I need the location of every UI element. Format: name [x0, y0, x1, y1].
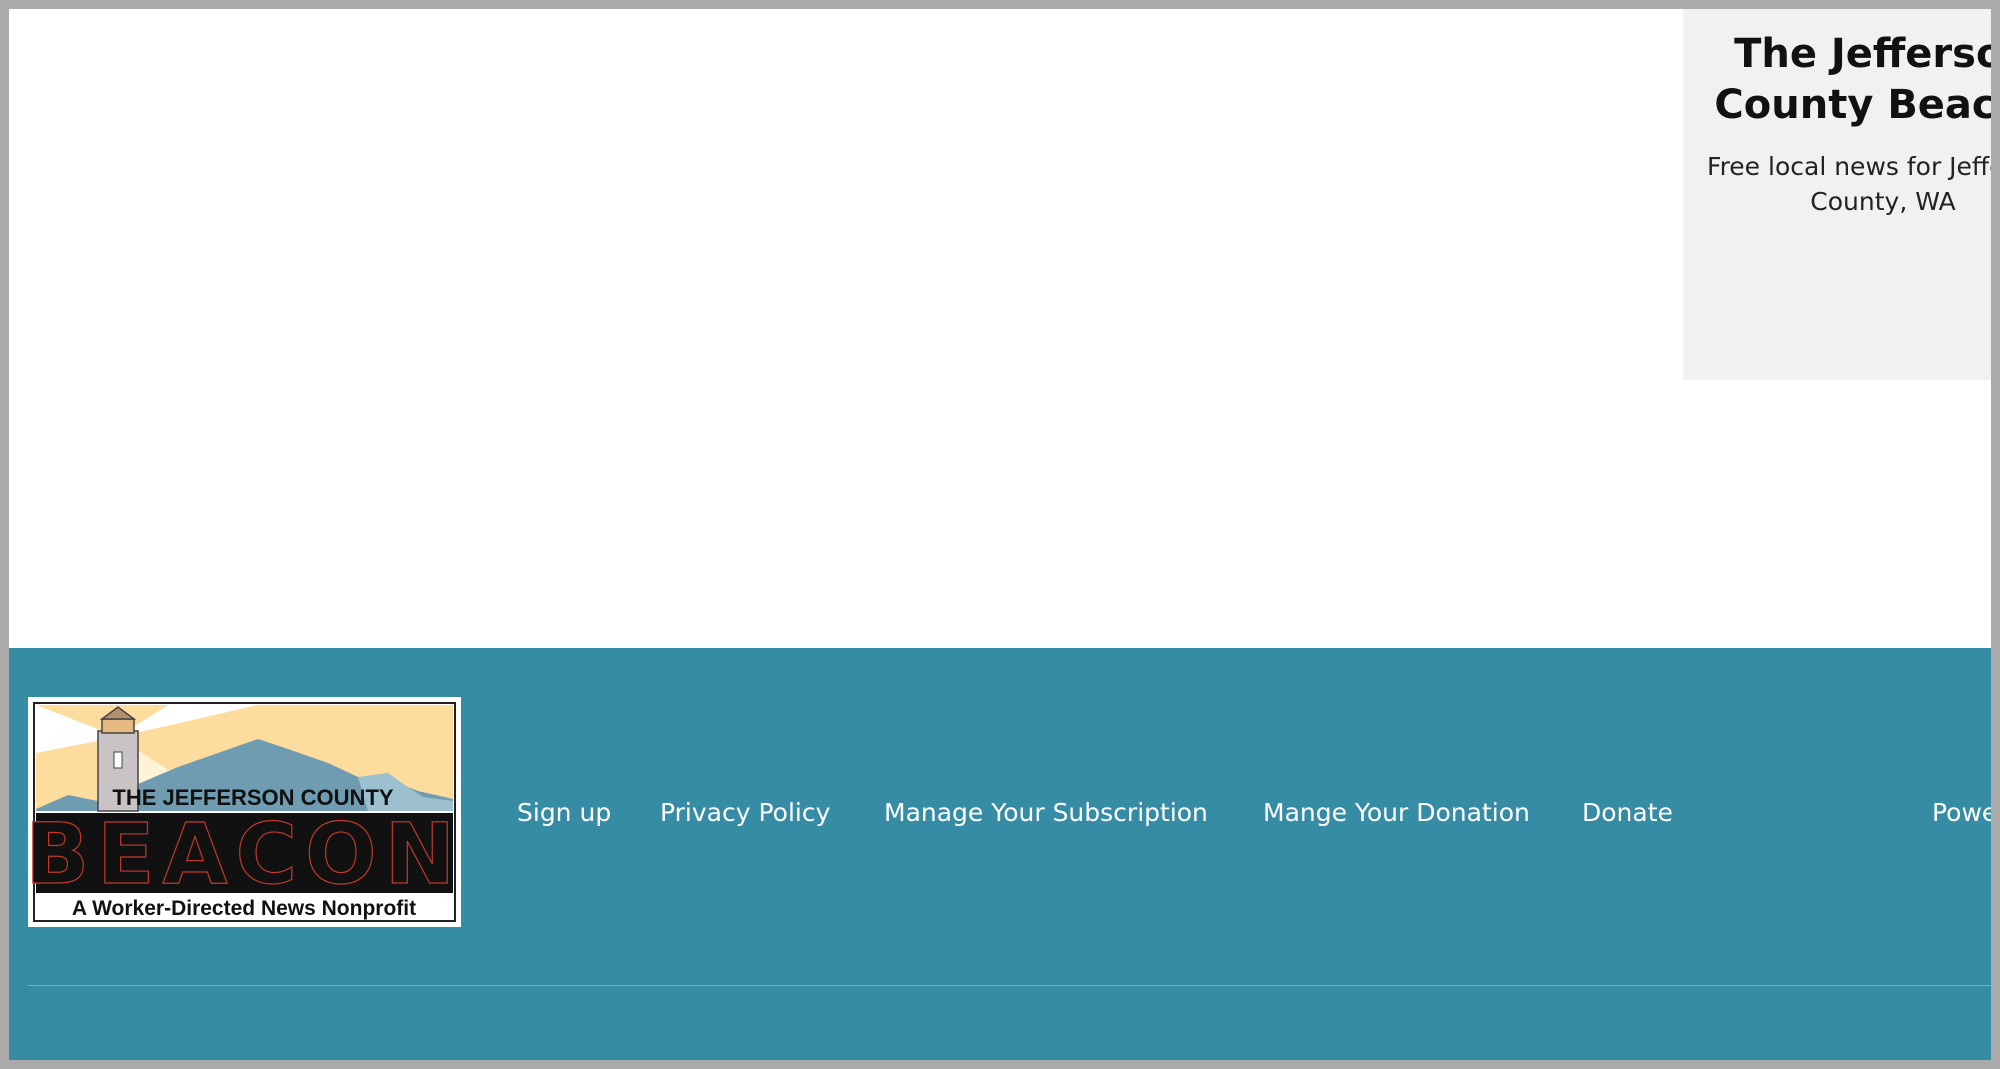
- newsletter-card: The Jefferson County Beacon Free local n…: [1683, 9, 1991, 380]
- logo-main-text: BEACON: [28, 805, 461, 903]
- footer-link-manage-donation[interactable]: Mange Your Donation: [1263, 788, 1530, 838]
- footer-link-privacy-policy[interactable]: Privacy Policy: [660, 788, 830, 838]
- footer-link-donate[interactable]: Donate: [1582, 788, 1673, 838]
- footer-link-sign-up[interactable]: Sign up: [517, 788, 611, 838]
- card-subtitle: Free local news for Jefferson County, WA: [1707, 152, 1991, 216]
- browser-viewport: The Jefferson County Beacon Free local n…: [9, 9, 1991, 1060]
- powered-by-text[interactable]: Powe: [1932, 788, 1991, 838]
- footer-divider: [28, 985, 1991, 986]
- card-title: The Jefferson County Beacon: [1714, 31, 1991, 128]
- logo-tagline: A Worker-Directed News Nonprofit: [72, 897, 416, 920]
- site-footer: THE JEFFERSON COUNTY BEACON A Worker-Dir…: [9, 648, 1991, 1060]
- footer-link-manage-subscription[interactable]: Manage Your Subscription: [884, 788, 1208, 838]
- beacon-logo-image: THE JEFFERSON COUNTY BEACON A Worker-Dir…: [28, 702, 461, 922]
- beacon-logo[interactable]: THE JEFFERSON COUNTY BEACON A Worker-Dir…: [28, 697, 461, 927]
